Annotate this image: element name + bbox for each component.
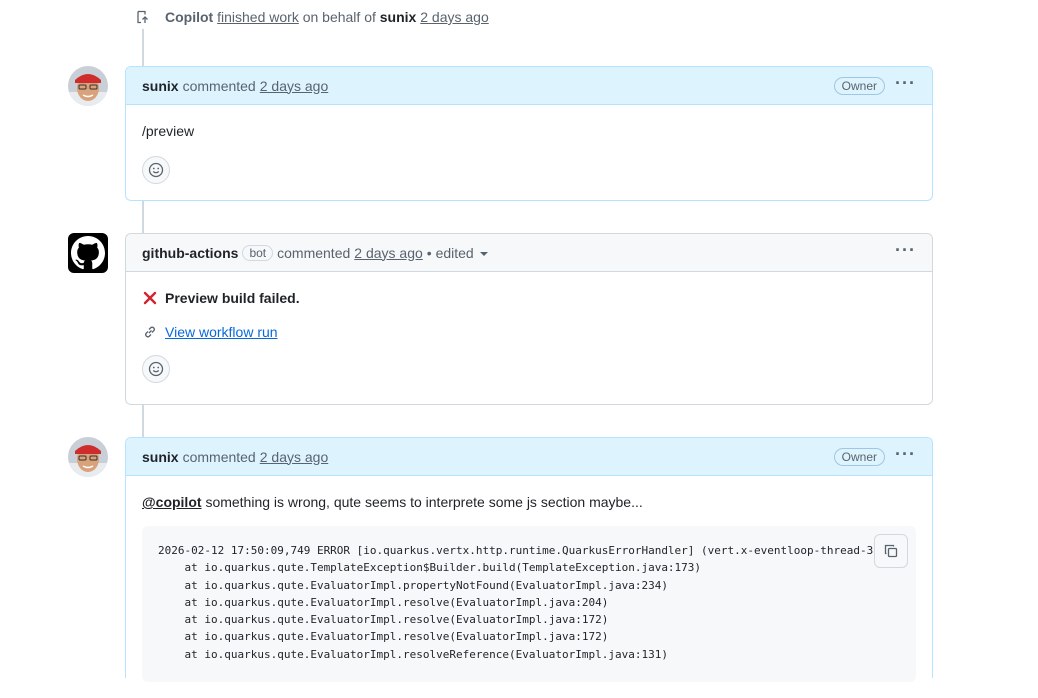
comment-timestamp[interactable]: 2 days ago <box>260 78 329 94</box>
comment-text: something is wrong, qute seems to interp… <box>205 494 643 510</box>
comment-verb: commented <box>182 448 256 465</box>
comment-text: /preview <box>142 123 195 139</box>
add-reaction-button[interactable] <box>142 355 170 383</box>
comment-verb: commented <box>182 77 256 94</box>
event-text: Copilot finished work on behalf of sunix… <box>165 9 489 25</box>
comment-text-row: @copilot something is wrong, qute seems … <box>142 494 916 510</box>
comment-author[interactable]: sunix <box>142 449 179 465</box>
copilot-mention-link[interactable]: @copilot <box>142 494 202 510</box>
view-workflow-run-link[interactable]: View workflow run <box>165 324 278 340</box>
comment: sunix commented 2 days ago Owner ··· /pr… <box>125 66 933 201</box>
code-block: 2026-02-12 17:50:09,749 ERROR [io.quarku… <box>142 526 916 682</box>
comment-author[interactable]: github-actions <box>142 245 238 261</box>
comment-header: github-actions bot commented 2 days ago … <box>126 234 932 272</box>
event-behalf-text: on behalf of <box>302 9 376 25</box>
edited-dropdown[interactable]: • edited <box>427 245 488 261</box>
link-icon <box>145 326 155 338</box>
event-actor[interactable]: Copilot <box>165 9 213 25</box>
comment-body: Preview build failed. View workflow run <box>126 272 932 399</box>
comment-body: /preview <box>126 105 932 200</box>
owner-badge: Owner <box>833 76 886 95</box>
comment-verb: commented <box>277 244 351 261</box>
copy-icon <box>884 544 898 558</box>
add-reaction-button[interactable] <box>142 156 170 184</box>
comment-timestamp[interactable]: 2 days ago <box>354 245 423 261</box>
owner-badge: Owner <box>833 447 886 466</box>
event-user-link[interactable]: sunix <box>380 9 417 25</box>
copy-button[interactable] <box>874 534 908 568</box>
github-actions-avatar[interactable] <box>68 233 108 273</box>
comment-header: sunix commented 2 days ago Owner ··· <box>126 438 932 476</box>
github-mark-icon <box>71 236 105 270</box>
x-icon <box>143 291 157 305</box>
kebab-horizontal-icon[interactable]: ··· <box>895 74 916 94</box>
kebab-horizontal-icon[interactable]: ··· <box>895 445 916 465</box>
event-action-link[interactable]: finished work <box>217 9 299 25</box>
comment-header: sunix commented 2 days ago Owner ··· <box>126 67 932 105</box>
smiley-icon <box>148 162 164 178</box>
comment-body: @copilot something is wrong, qute seems … <box>126 476 932 698</box>
comment: github-actions bot commented 2 days ago … <box>125 233 933 405</box>
timeline-line <box>142 200 144 234</box>
chevron-down-icon <box>479 251 488 256</box>
comment: sunix commented 2 days ago Owner ··· @co… <box>125 437 933 682</box>
edited-label: • edited <box>426 244 474 261</box>
comment-timestamp[interactable]: 2 days ago <box>260 449 329 465</box>
copilot-push-icon <box>131 5 155 29</box>
avatar[interactable] <box>68 66 108 106</box>
code-content: 2026-02-12 17:50:09,749 ERROR [io.quarku… <box>158 544 893 661</box>
kebab-horizontal-icon[interactable]: ··· <box>895 241 916 261</box>
workflow-link-row: View workflow run <box>142 324 916 340</box>
comment-author[interactable]: sunix <box>142 78 179 94</box>
bot-badge: bot <box>242 244 274 261</box>
status-text: Preview build failed. <box>165 290 300 306</box>
smiley-icon <box>148 361 164 377</box>
status-line: Preview build failed. <box>142 290 916 306</box>
event-time-link[interactable]: 2 days ago <box>420 9 489 25</box>
timeline-line <box>142 404 144 438</box>
avatar[interactable] <box>68 437 108 477</box>
timeline-line <box>142 28 144 68</box>
timeline-event: Copilot finished work on behalf of sunix… <box>131 5 489 29</box>
